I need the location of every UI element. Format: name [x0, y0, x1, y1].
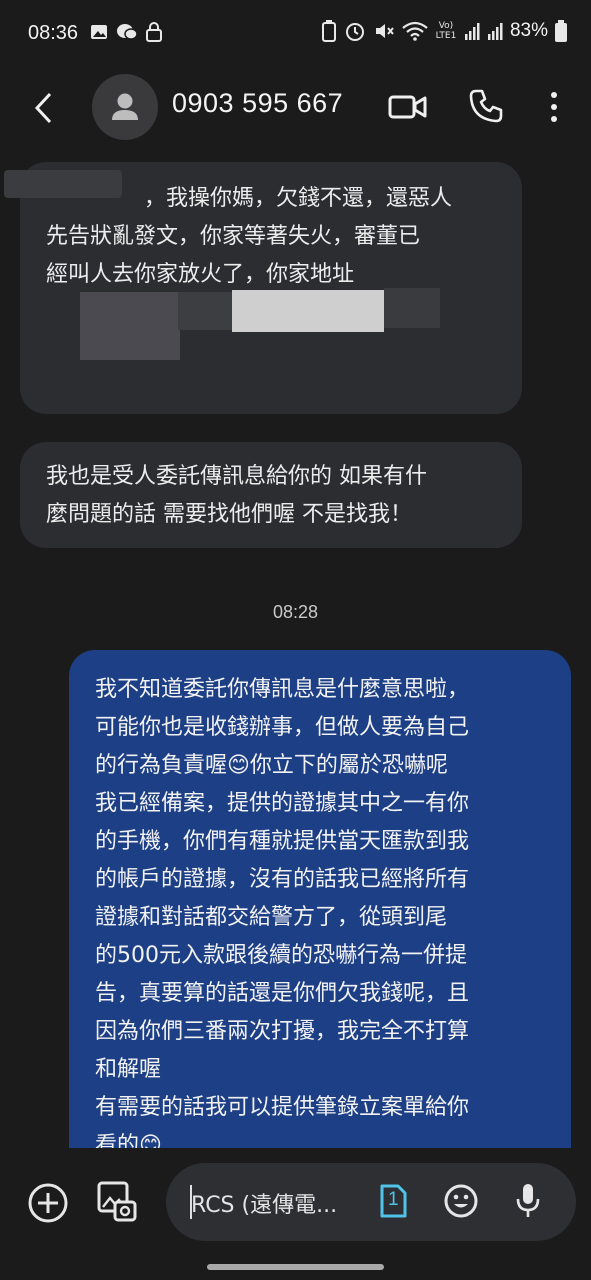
volte-label: Vo) LTE1	[435, 21, 457, 41]
lock-notification-icon	[146, 22, 162, 42]
incoming-message-2[interactable]: 我也是受人委託傳訊息給你的 如果有什 麼問題的話 需要找他們喔 不是找我！	[20, 442, 522, 548]
contact-name[interactable]: 0903 595 667	[172, 88, 343, 119]
chat-notification-icon	[117, 24, 138, 40]
message-line: 的行為負責喔😊你立下的屬於恐嚇呢	[95, 753, 448, 778]
message-line: 麼問題的話 需要找他們喔 不是找我！	[46, 502, 412, 527]
messaging-screen: 08:36 Vo) LTE1 83% 0903 595 667 ，我操你媽，欠錢…	[0, 0, 591, 1280]
phone-call-icon[interactable]	[468, 88, 504, 124]
avatar[interactable]	[92, 74, 158, 140]
message-line: 先告狀亂發文，你家等著失火，審董已	[46, 224, 421, 249]
message-line: 可能你也是收錢辦事，但做人要為自己	[95, 715, 470, 740]
message-line: 有需要的話我可以提供筆錄立案單給你	[95, 1095, 470, 1120]
redaction-patch-address	[80, 292, 180, 360]
notification-icons	[90, 22, 162, 42]
gallery-attach-icon[interactable]	[96, 1180, 138, 1224]
message-line: 告，真要算的話還是你們欠我錢呢，且	[95, 981, 470, 1006]
message-line: 經叫人去你家放火了，你家地址	[46, 262, 355, 287]
message-timestamp: 08:28	[272, 602, 319, 622]
conversation-header: 0903 595 667	[0, 72, 591, 142]
wifi-icon	[402, 21, 428, 41]
battery-saver-icon	[321, 20, 336, 42]
add-attachment-icon[interactable]	[27, 1182, 69, 1224]
sim-slot-number: 1	[388, 1189, 399, 1210]
message-line: 的帳戶的證據，沒有的話我已經將所有	[95, 867, 470, 892]
back-arrow-icon[interactable]	[30, 88, 60, 128]
message-line: 因為你們三番兩次打擾，我完全不打算	[95, 1019, 470, 1044]
battery-percent: 83%	[509, 20, 548, 41]
more-options-icon[interactable]	[545, 90, 563, 124]
home-indicator[interactable]	[207, 1264, 384, 1270]
redaction-patch-name	[4, 170, 122, 198]
status-bar: 08:36 Vo) LTE1 83%	[0, 0, 591, 72]
person-icon	[112, 93, 138, 120]
message-line: 的手機，你們有種就提供當天匯款到我	[95, 829, 470, 854]
alarm-icon	[345, 23, 364, 41]
signal-1-icon	[464, 23, 480, 40]
mute-icon	[375, 24, 394, 38]
message-line: 我不知道委託你傳訊息是什麼意思啦，	[95, 677, 470, 702]
incoming-message-1[interactable]: ，我操你媽，欠錢不還，還惡人 先告狀亂發文，你家等著失火，審董已 經叫人去你家放…	[20, 162, 522, 414]
message-line: 證據和對話都交給警方了，從頭到尾	[95, 905, 448, 930]
gallery-notification-icon	[91, 25, 107, 39]
sim-selector-icon[interactable]: 1	[379, 1183, 407, 1219]
message-line: 我也是受人委託傳訊息給你的 如果有什	[46, 464, 427, 489]
status-indicators: Vo) LTE1 83%	[321, 20, 567, 42]
microphone-icon[interactable]	[516, 1183, 540, 1219]
redaction-patch-address	[384, 288, 440, 328]
redaction-patch-address	[232, 290, 384, 332]
signal-2-icon	[487, 23, 503, 40]
status-time: 08:36	[28, 22, 79, 44]
message-input-placeholder: RCS (遠傳電...	[191, 1193, 338, 1218]
video-call-icon[interactable]	[388, 92, 428, 122]
outgoing-message[interactable]: 我不知道委託你傳訊息是什麼意思啦， 可能你也是收錢辦事，但做人要為自己 的行為負…	[69, 650, 571, 1158]
message-line: 我已經備案，提供的證據其中之一有你	[95, 791, 470, 816]
message-line: 和解喔	[95, 1057, 162, 1082]
emoji-icon[interactable]	[444, 1184, 478, 1218]
battery-icon	[555, 20, 567, 42]
message-line: 的500元入款跟後續的恐嚇行為一併提	[95, 943, 467, 968]
redaction-patch-address	[178, 292, 234, 330]
